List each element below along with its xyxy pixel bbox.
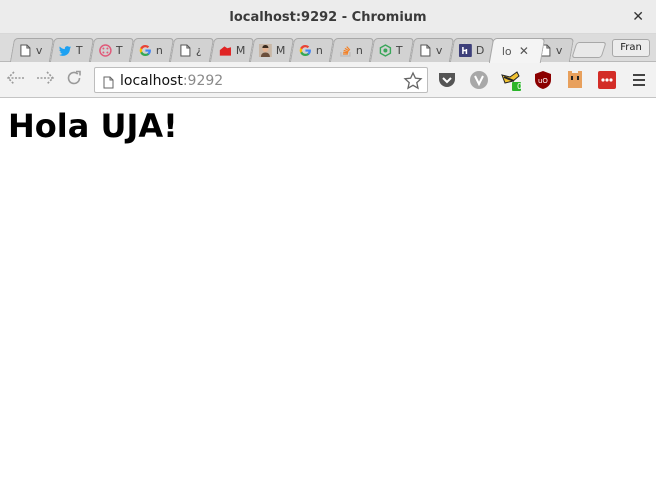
url-host: localhost [120,73,183,89]
tab-11[interactable]: v [409,38,455,62]
twitter-icon [58,44,72,57]
window-title: localhost:9292 - Chromium [229,10,427,25]
vivaldi-like-icon[interactable] [468,69,490,91]
address-bar[interactable]: localhost:9292 [94,67,428,93]
tab-8[interactable]: n [289,38,335,62]
hexagon-logo-icon [379,44,392,57]
page-icon [19,44,32,57]
profile-button[interactable]: Fran [612,39,650,57]
tab-7[interactable]: M [249,38,295,62]
tab-title: n [355,44,363,57]
red-logo-icon [219,44,232,57]
tab-title: M [275,44,286,57]
tab-1[interactable]: v [9,38,55,62]
page-icon [419,44,432,57]
tab-3[interactable]: T [89,38,135,62]
tab-title: D [475,44,485,57]
title-bar: localhost:9292 - Chromium ✕ [0,0,656,34]
tab-12[interactable]: D [449,38,495,62]
lastpass-icon[interactable] [596,69,618,91]
tab-title: T [75,44,83,57]
back-button[interactable] [6,70,26,90]
bookmark-star-icon[interactable] [403,71,423,95]
forward-button[interactable] [35,70,55,90]
tab-title: lo [501,44,512,58]
tab-6[interactable]: M [209,38,255,62]
page-content: Hola UJA! [0,98,656,484]
google-icon [299,44,312,57]
toolbar: localhost:9292 0 uO [0,62,656,98]
tab-title: ¿ [195,44,202,57]
tab-title: T [115,44,123,57]
tab-active[interactable]: lo ✕ [488,38,546,63]
tab-2[interactable]: T [49,38,95,62]
tab-title: M [235,44,246,57]
avatar-icon [258,44,272,57]
forward-arrow-icon [35,70,55,90]
tab-4[interactable]: n [129,38,175,62]
svg-text:uO: uO [538,77,548,85]
pocket-icon[interactable] [436,69,458,91]
badger-icon[interactable]: 0 [500,69,522,91]
square-h-icon [458,44,472,57]
reload-button[interactable] [64,70,84,90]
google-icon [139,44,152,57]
tab-title: v [35,44,43,57]
tab-10[interactable]: T [369,38,415,62]
page-heading: Hola UJA! [8,107,178,145]
back-arrow-icon [6,70,26,90]
url-text: localhost:9292 [120,73,223,89]
url-port: :9292 [182,73,224,89]
tab-title: v [555,44,563,57]
tab-title: T [395,44,403,57]
tab-title: n [315,44,323,57]
tab-title: v [435,44,443,57]
stackoverflow-icon [339,44,352,57]
tab-close-button[interactable]: ✕ [519,44,529,58]
monster-icon[interactable] [564,69,586,91]
page-icon [103,74,114,93]
menu-icon[interactable] [628,69,650,91]
new-tab-button[interactable] [571,42,607,58]
tab-9[interactable]: n [329,38,375,62]
ublock-icon[interactable]: uO [532,69,554,91]
tab-5[interactable]: ¿ [169,38,215,62]
tab-strip: v T T n ¿ M M n n T v D lo ✕ v Fran [0,34,656,63]
dots-circle-icon [99,44,112,57]
reload-icon [65,69,83,91]
badger-badge-count: 0 [517,82,523,91]
window-close-button[interactable]: ✕ [632,9,644,25]
page-icon [179,44,192,57]
tab-title: n [155,44,163,57]
